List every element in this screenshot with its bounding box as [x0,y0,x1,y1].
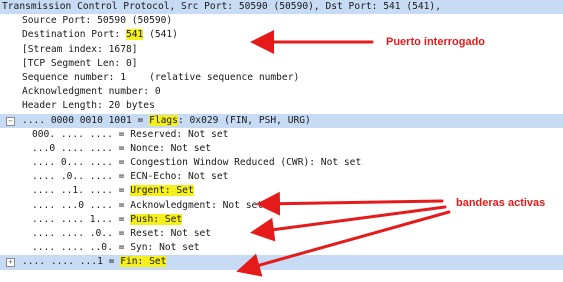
flag-reset-text: .... .... .0.. = Reset: Not set [32,228,212,239]
expand-icon[interactable]: + [6,258,15,268]
flag-ecn-text: .... .0.. .... = ECN-Echo: Not set [32,171,229,183]
flag-fin-row[interactable]: + .... .... ...1 = Fin: Set [0,255,563,270]
flags-summary: : 0x029 (FIN, PSH, URG) [177,114,311,126]
sequence-number-row[interactable]: Sequence number: 1 (relative sequence nu… [0,71,563,85]
flag-syn-text: .... .... ..0. = Syn: Not set [32,242,200,254]
flag-push-row[interactable]: .... .... 1... = Push: Set [0,213,563,227]
destination-port-label: Destination Port: [22,29,126,41]
flag-reserved-row[interactable]: 000. .... .... = Reserved: Not set [0,128,563,142]
tcp-header-text: Transmission Control Protocol, Src Port:… [2,1,441,12]
flag-ecn-row[interactable]: .... .0.. .... = ECN-Echo: Not set [0,170,563,184]
ack-number-text: Acknowledgment number: 0 [22,86,161,98]
flag-reserved-text: 000. .... .... = Reserved: Not set [32,128,229,140]
header-length-text: Header Length: 20 bytes [22,100,155,112]
ack-number-row[interactable]: Acknowledgment number: 0 [0,85,563,99]
flag-cwr-row[interactable]: .... 0... .... = Congestion Window Reduc… [0,156,563,170]
header-length-row[interactable]: Header Length: 20 bytes [0,99,563,113]
flag-ack-value: : Not set [211,199,264,211]
flag-push-label: Push: Set [130,213,183,225]
flag-push-bits: .... .... 1... = [32,213,131,225]
flag-ack-label: Acknowledgment [130,199,212,211]
sequence-number-text: Sequence number: 1 (relative sequence nu… [22,71,300,83]
flag-cwr-text: .... 0... .... = Congestion Window Reduc… [32,157,362,169]
source-port-row[interactable]: Source Port: 50590 (50590) [0,14,563,28]
tcp-header-row[interactable]: Transmission Control Protocol, Src Port:… [0,0,563,15]
flag-fin-bits: .... .... ...1 = [22,256,121,268]
destination-port-suffix: (541) [143,29,178,41]
flag-reset-row[interactable]: .... .... .0.. = Reset: Not set [0,227,563,241]
destination-port-value: 541 [125,29,144,41]
port-annotation: Puerto interrogado [386,36,486,48]
segment-len-row[interactable]: [TCP Segment Len: 0] [0,57,563,71]
stream-index-text: [Stream index: 1678] [22,43,138,55]
collapse-icon[interactable]: − [6,116,15,126]
flag-nonce-row[interactable]: ...0 .... .... = Nonce: Not set [0,142,563,156]
flags-bits: .... 0000 0010 1001 = [22,114,150,126]
flags-row[interactable]: − .... 0000 0010 1001 = Flags: 0x029 (FI… [0,113,563,128]
flag-fin-label: Fin: Set [120,256,167,268]
flag-urgent-bits: .... ..1. .... = [32,185,131,197]
flag-urgent-label: Urgent: Set [130,185,194,197]
flags-label: Flags [149,114,178,126]
flag-syn-row[interactable]: .... .... ..0. = Syn: Not set [0,241,563,255]
flag-ack-bits: .... ...0 .... = [32,199,131,211]
source-port-text: Source Port: 50590 (50590) [22,15,173,27]
flags-annotation: banderas activas [456,197,546,209]
segment-len-text: [TCP Segment Len: 0] [22,57,138,69]
flag-nonce-text: ...0 .... .... = Nonce: Not set [32,142,212,154]
